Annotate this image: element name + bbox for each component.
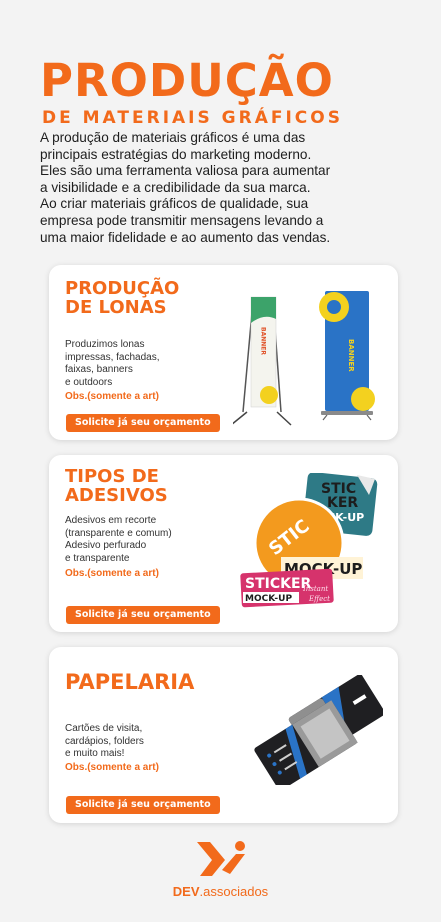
service-card-adesivos: TIPOS DE ADESIVOS Adesivos em recorte (t… bbox=[49, 455, 398, 632]
card-description: Adesivos em recorte (transparente e comu… bbox=[65, 515, 172, 564]
footer-brand: DEV.associados bbox=[0, 884, 441, 899]
card-title: PAPELARIA bbox=[65, 670, 195, 694]
sticker-word: STICKER bbox=[245, 576, 312, 592]
banner-text: BANNER bbox=[260, 327, 267, 355]
card-note: Obs.(somente a art) bbox=[65, 762, 159, 773]
sticker-word: Effect bbox=[308, 595, 330, 603]
sticker-word: MOCK-UP bbox=[245, 594, 292, 604]
quote-request-button[interactable]: Solicite já seu orçamento bbox=[66, 606, 220, 624]
quote-request-button[interactable]: Solicite já seu orçamento bbox=[66, 796, 220, 814]
sticker-word: KER bbox=[327, 495, 358, 511]
banner-stands-illustration: BANNER BANNER bbox=[233, 291, 375, 426]
page-subtitle: DE MATERIAIS GRÁFICOS bbox=[42, 108, 343, 128]
card-title: TIPOS DE ADESIVOS bbox=[65, 466, 168, 506]
card-note: Obs.(somente a art) bbox=[65, 568, 159, 579]
brand-name-bold: DEV bbox=[172, 884, 200, 899]
intro-paragraph: Ao criar materiais gráficos de qualidade… bbox=[40, 196, 331, 245]
service-card-lonas: PRODUÇÃO DE LONAS Produzimos lonas impre… bbox=[49, 265, 398, 440]
page-title: PRODUÇÃO bbox=[40, 54, 334, 107]
service-card-papelaria: PAPELARIA Cartões de visita, cardápios, … bbox=[49, 647, 398, 823]
banner-text: BANNER bbox=[347, 339, 355, 372]
dev-associados-logo bbox=[197, 841, 245, 876]
business-cards-illustration bbox=[254, 675, 383, 785]
intro-paragraph: A produção de materiais gráficos é uma d… bbox=[40, 130, 331, 195]
quote-request-button[interactable]: Solicite já seu orçamento bbox=[66, 414, 220, 432]
sticker-word: Instant bbox=[302, 585, 328, 593]
card-note: Obs.(somente a art) bbox=[65, 391, 159, 402]
intro-text: A produção de materiais gráficos é uma d… bbox=[40, 130, 400, 246]
card-description: Produzimos lonas impressas, fachadas, fa… bbox=[65, 339, 160, 388]
card-title: PRODUÇÃO DE LONAS bbox=[65, 278, 180, 318]
sticker-mockup-illustration: STIC KER CK-UP STIC MOCK-UP STICKER MOCK… bbox=[240, 473, 378, 608]
card-description: Cartões de visita, cardápios, folders e … bbox=[65, 723, 144, 759]
brand-name-rest: .associados bbox=[199, 884, 269, 899]
